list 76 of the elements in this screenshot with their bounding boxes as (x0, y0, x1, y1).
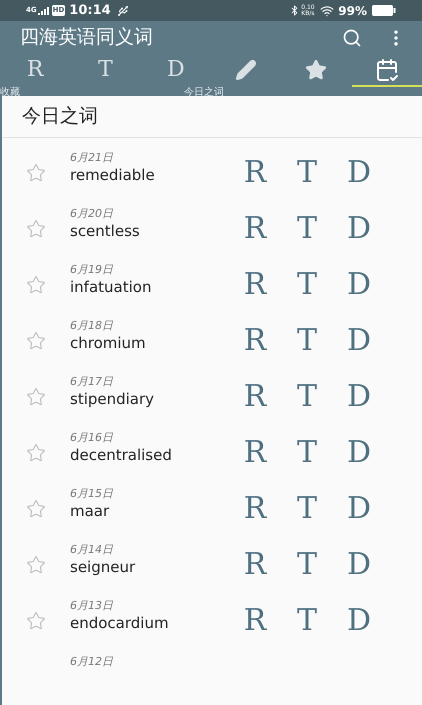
tab[interactable]: T (70, 54, 141, 87)
battery-level: 99% (338, 2, 367, 20)
word-text[interactable]: stipendiary (70, 389, 240, 409)
time: 10:14 (69, 2, 111, 20)
word-text[interactable]: seigneur (70, 557, 240, 577)
dictionary-link[interactable]: D (344, 494, 374, 524)
dictionary-link[interactable]: T (292, 550, 322, 580)
word-text[interactable]: endocardium (70, 613, 240, 633)
dictionary-link[interactable]: D (344, 606, 374, 636)
word-date: 6月15日 (70, 487, 114, 501)
pencil-icon (235, 58, 258, 80)
usb-icon (116, 4, 129, 16)
dictionary-link[interactable]: D (344, 270, 374, 300)
favorite-star-button[interactable] (26, 611, 46, 631)
dictionary-link[interactable]: D (344, 326, 374, 356)
favorite-star-button[interactable] (26, 331, 46, 351)
dictionary-link[interactable]: T (292, 214, 322, 244)
dictionary-link[interactable]: R (240, 270, 270, 300)
favorite-star-button[interactable] (26, 443, 46, 463)
dictionary-link[interactable]: R (240, 326, 270, 356)
favorite-star-button[interactable] (26, 219, 46, 239)
favorite-star-button[interactable] (26, 275, 46, 295)
tab[interactable]: D (140, 54, 211, 87)
word-text[interactable]: maar (70, 501, 240, 521)
dictionary-link[interactable]: T (292, 494, 322, 524)
word-date: 6月14日 (70, 543, 114, 557)
dictionary-link[interactable]: T (292, 326, 322, 356)
favorite-star-button[interactable] (26, 163, 46, 183)
tab-caption: 收藏 (0, 87, 20, 99)
word-text[interactable]: infatuation (70, 277, 240, 297)
dictionary-link[interactable]: T (292, 158, 322, 188)
wifi-icon (320, 4, 334, 18)
dictionary-link[interactable]: R (240, 158, 270, 188)
dictionary-link[interactable]: D (344, 550, 374, 580)
word-date: 6月17日 (70, 375, 114, 389)
battery-icon (372, 5, 396, 16)
search-icon[interactable] (342, 28, 362, 48)
app-title: 四海英语同义词 (20, 25, 154, 50)
word-date: 6月12日 (70, 655, 114, 669)
dictionary-link[interactable]: T (292, 606, 322, 636)
signal-icon (38, 6, 50, 14)
dictionary-link[interactable]: R (240, 438, 270, 468)
dictionary-link[interactable]: T (292, 438, 322, 468)
tab-letter: T (98, 58, 113, 80)
dictionary-link[interactable]: D (344, 214, 374, 244)
word-date: 6月20日 (70, 207, 114, 221)
favorite-star-button[interactable] (26, 499, 46, 519)
dictionary-link[interactable]: R (240, 606, 270, 636)
word-date: 6月16日 (70, 431, 114, 445)
dictionary-link[interactable]: D (344, 382, 374, 412)
word-text[interactable]: decentralised (70, 445, 240, 465)
tab-letter: R (26, 58, 44, 80)
word-date: 6月21日 (70, 151, 114, 165)
word-date: 6月18日 (70, 319, 114, 333)
card-title: 今日之词 (22, 104, 98, 130)
dictionary-link[interactable]: T (292, 270, 322, 300)
word-text[interactable]: chromium (70, 333, 240, 353)
favorite-star-button[interactable] (26, 387, 46, 407)
favorite-star-button[interactable] (26, 555, 46, 575)
dictionary-link[interactable]: R (240, 494, 270, 524)
dictionary-link[interactable]: D (344, 158, 374, 188)
tab[interactable]: R (0, 54, 70, 87)
tab-caption: 今日之词 (184, 87, 224, 99)
bluetooth-icon (289, 5, 300, 16)
word-date: 6月19日 (70, 263, 114, 277)
dictionary-link[interactable]: R (240, 214, 270, 244)
word-text[interactable]: scentless (70, 221, 240, 241)
tab-letter: D (167, 58, 185, 80)
word-date: 6月13日 (70, 599, 114, 613)
calendar-icon (374, 58, 399, 82)
dictionary-link[interactable]: D (344, 438, 374, 468)
star-icon (305, 58, 328, 80)
word-text[interactable]: remediable (70, 165, 240, 185)
dictionary-link[interactable]: R (240, 550, 270, 580)
dictionary-link[interactable]: T (292, 382, 322, 412)
dictionary-link[interactable]: R (240, 382, 270, 412)
